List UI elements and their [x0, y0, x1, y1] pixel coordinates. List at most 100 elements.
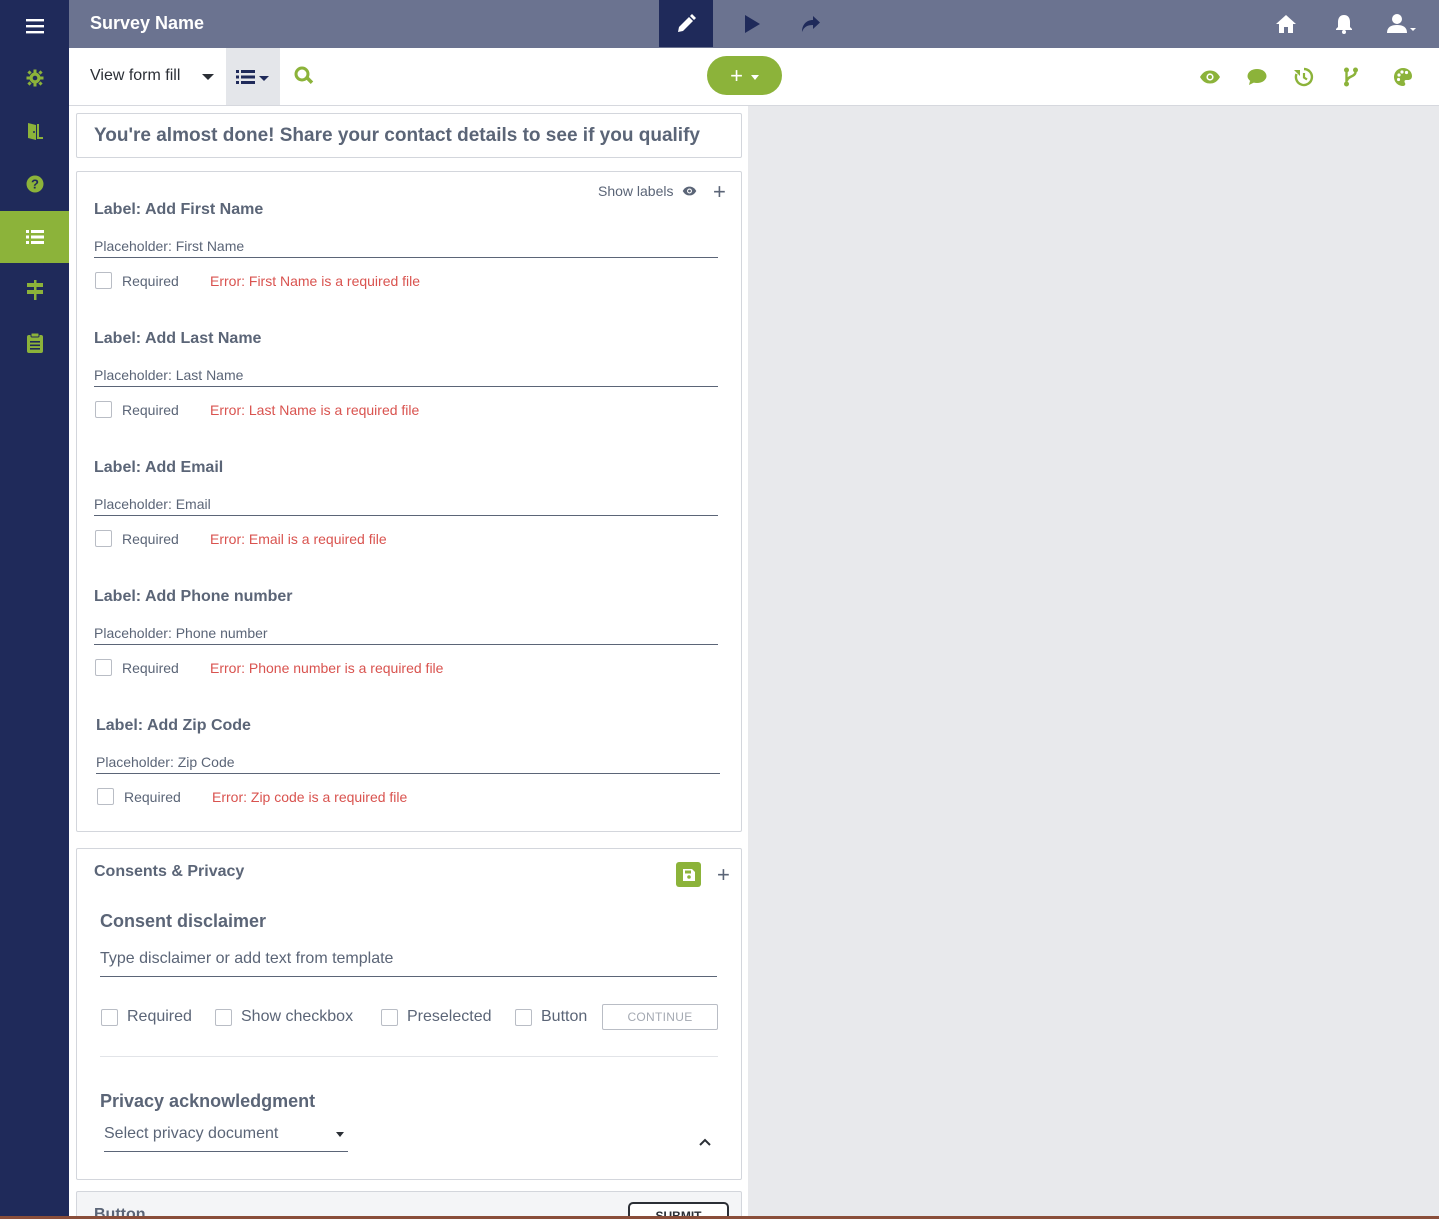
checkbox[interactable] [215, 1008, 232, 1026]
user-menu-button[interactable] [1385, 12, 1421, 36]
preview-button[interactable] [740, 12, 764, 36]
error-message[interactable]: Error: Zip code is a required file [212, 789, 407, 805]
field-placeholder[interactable]: Placeholder: Zip Code [96, 754, 235, 770]
form-editor: You're almost done! Share your contact d… [69, 106, 748, 1219]
required-label: Required [122, 273, 179, 289]
bell-icon [1336, 15, 1352, 34]
chevron-down-icon[interactable] [202, 74, 214, 80]
field-placeholder[interactable]: Placeholder: Last Name [94, 367, 243, 383]
required-label: Required [122, 531, 179, 547]
required-label: Required [122, 402, 179, 418]
comment-icon [1247, 69, 1267, 85]
required-checkbox[interactable] [97, 788, 114, 805]
checkbox[interactable] [515, 1008, 532, 1026]
checkbox[interactable] [101, 1008, 118, 1026]
play-icon [745, 15, 760, 33]
eye-icon [1200, 70, 1220, 84]
consent-disclaimer-title: Consent disclaimer [100, 911, 267, 931]
clipboard-icon [26, 333, 43, 353]
caret-down-icon [750, 75, 759, 80]
form-heading[interactable]: You're almost done! Share your contact d… [76, 113, 742, 158]
add-element-button[interactable]: + [707, 56, 782, 95]
contact-fields-panel: Show labels + Label: Add First Name Plac… [76, 171, 742, 832]
home-icon [1276, 15, 1296, 33]
error-message[interactable]: Error: Last Name is a required file [210, 402, 419, 418]
search-button[interactable] [294, 66, 314, 91]
field-label[interactable]: Label: Add Email [94, 459, 223, 477]
field-placeholder[interactable]: Placeholder: Phone number [94, 625, 268, 641]
checkbox[interactable] [381, 1008, 398, 1026]
error-message[interactable]: Error: First Name is a required file [210, 273, 420, 289]
field-placeholder[interactable]: Placeholder: Email [94, 496, 211, 512]
option-label: Preselected [407, 1008, 492, 1025]
home-button[interactable] [1274, 12, 1298, 36]
required-label: Required [122, 660, 179, 676]
field-underline [94, 515, 718, 516]
collapse-button[interactable] [699, 1133, 711, 1151]
door-icon [27, 123, 43, 140]
field-label[interactable]: Label: Add First Name [94, 201, 263, 219]
menu-button[interactable] [0, 0, 69, 52]
sidebar-item-reports[interactable] [0, 317, 69, 369]
field-underline [94, 644, 718, 645]
continue-button[interactable]: CONTINUE [602, 1004, 718, 1030]
sidebar-item-questions[interactable] [0, 211, 69, 263]
caret-down-icon [336, 1132, 344, 1137]
required-checkbox[interactable] [95, 401, 112, 418]
field-label[interactable]: Label: Add Last Name [94, 330, 261, 348]
privacy-document-select[interactable]: Select privacy document [104, 1125, 348, 1152]
save-button[interactable] [676, 862, 701, 887]
svg-text:?: ? [31, 177, 39, 192]
option-preselected[interactable]: Preselected [381, 1008, 492, 1026]
sidebar-item-exit[interactable] [0, 105, 69, 157]
disclaimer-input[interactable]: Type disclaimer or add text from templat… [100, 950, 717, 977]
branching-button[interactable] [1339, 66, 1363, 88]
error-message[interactable]: Error: Phone number is a required file [210, 660, 443, 676]
required-checkbox[interactable] [95, 530, 112, 547]
list-icon [25, 230, 44, 244]
palette-icon [1394, 68, 1412, 86]
required-checkbox[interactable] [95, 659, 112, 676]
option-button[interactable]: Button [515, 1008, 587, 1026]
field-label[interactable]: Label: Add Zip Code [96, 717, 251, 735]
menu-icon [25, 19, 44, 34]
add-field-button[interactable]: + [713, 181, 726, 203]
divider [100, 1056, 718, 1057]
field-underline [96, 773, 720, 774]
sidebar-item-help[interactable]: ? [0, 158, 69, 210]
show-labels-text: Show labels [598, 183, 674, 199]
sidebar-item-settings[interactable] [0, 52, 69, 104]
sidebar: ? [0, 0, 69, 1219]
history-icon [1294, 67, 1314, 87]
privacy-select-text: Select privacy document [104, 1125, 279, 1142]
field-underline [94, 386, 718, 387]
sidebar-item-logic[interactable] [0, 264, 69, 316]
list-dropdown-icon [236, 69, 269, 84]
show-labels-toggle[interactable]: Show labels [598, 183, 697, 199]
option-required[interactable]: Required [101, 1008, 192, 1026]
required-checkbox[interactable] [95, 272, 112, 289]
option-label: Required [127, 1008, 192, 1025]
add-consent-button[interactable]: + [717, 864, 730, 886]
preview-toggle-button[interactable] [1198, 66, 1222, 88]
plus-icon: + [730, 62, 743, 88]
option-show-checkbox[interactable]: Show checkbox [215, 1008, 353, 1026]
required-label: Required [124, 789, 181, 805]
consents-panel: Consents & Privacy + Consent disclaimer … [76, 848, 742, 1180]
error-message[interactable]: Error: Email is a required file [210, 531, 387, 547]
field-underline [94, 257, 718, 258]
share-button[interactable] [799, 12, 823, 36]
comments-button[interactable] [1245, 66, 1269, 88]
theme-button[interactable] [1391, 66, 1415, 88]
notifications-button[interactable] [1332, 12, 1356, 36]
field-placeholder[interactable]: Placeholder: First Name [94, 238, 244, 254]
eye-icon [682, 186, 696, 196]
list-view-button[interactable] [226, 48, 280, 105]
chevron-up-icon [699, 1138, 711, 1146]
floppy-icon [682, 868, 695, 881]
history-button[interactable] [1292, 66, 1316, 88]
view-mode-select[interactable]: View form fill [90, 67, 180, 85]
share-icon [802, 16, 820, 32]
edit-button[interactable] [659, 0, 713, 47]
field-label[interactable]: Label: Add Phone number [94, 588, 293, 606]
